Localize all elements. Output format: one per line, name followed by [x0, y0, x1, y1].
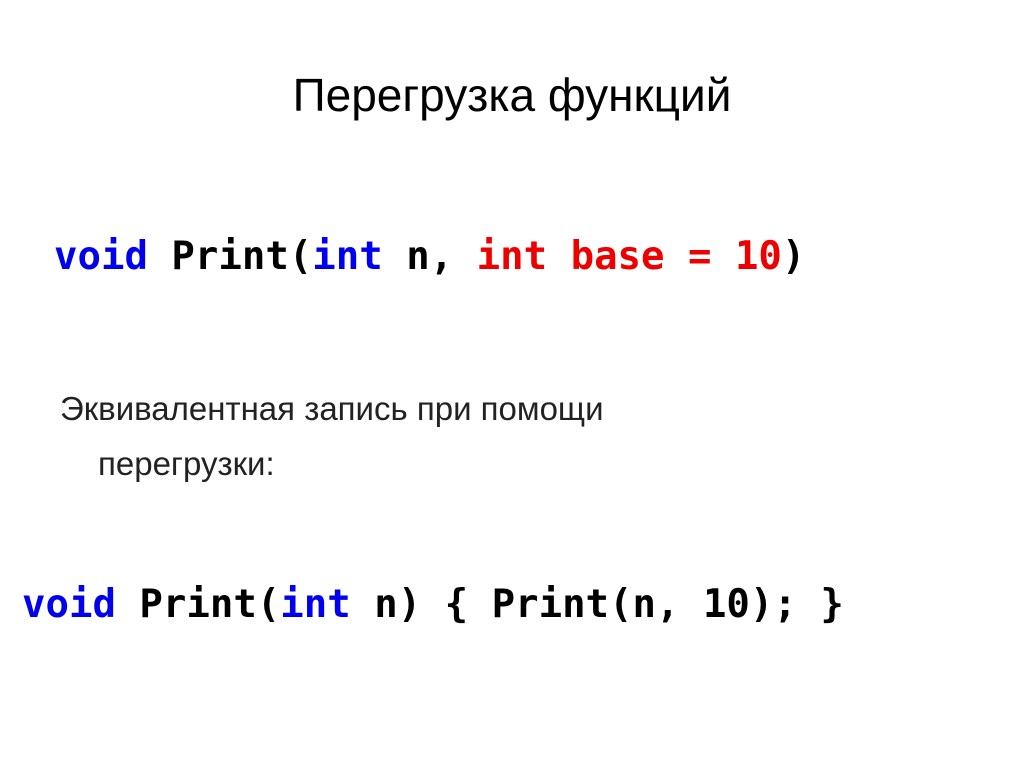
- function-signature: Print(: [147, 234, 313, 279]
- description-line-2: перегрузки:: [98, 445, 275, 482]
- function-signature: Print(: [115, 582, 281, 627]
- slide-title: Перегрузка функций: [292, 69, 732, 121]
- function-body: n) { Print(n, 10); }: [350, 582, 844, 627]
- keyword-void: void: [22, 582, 116, 627]
- keyword-void: void: [54, 234, 148, 279]
- description-line-1: Эквивалентная запись при помощи: [60, 390, 604, 427]
- keyword-int: int: [280, 582, 351, 627]
- closing-paren: ): [781, 234, 806, 279]
- default-param: int base = 10: [476, 234, 782, 279]
- param-n: n,: [382, 234, 477, 279]
- keyword-int: int: [312, 234, 383, 279]
- code-line-overload: void Print(int n) { Print(n, 10); }: [22, 582, 844, 627]
- code-line-default-param: void Print(int n, int base = 10): [54, 234, 805, 279]
